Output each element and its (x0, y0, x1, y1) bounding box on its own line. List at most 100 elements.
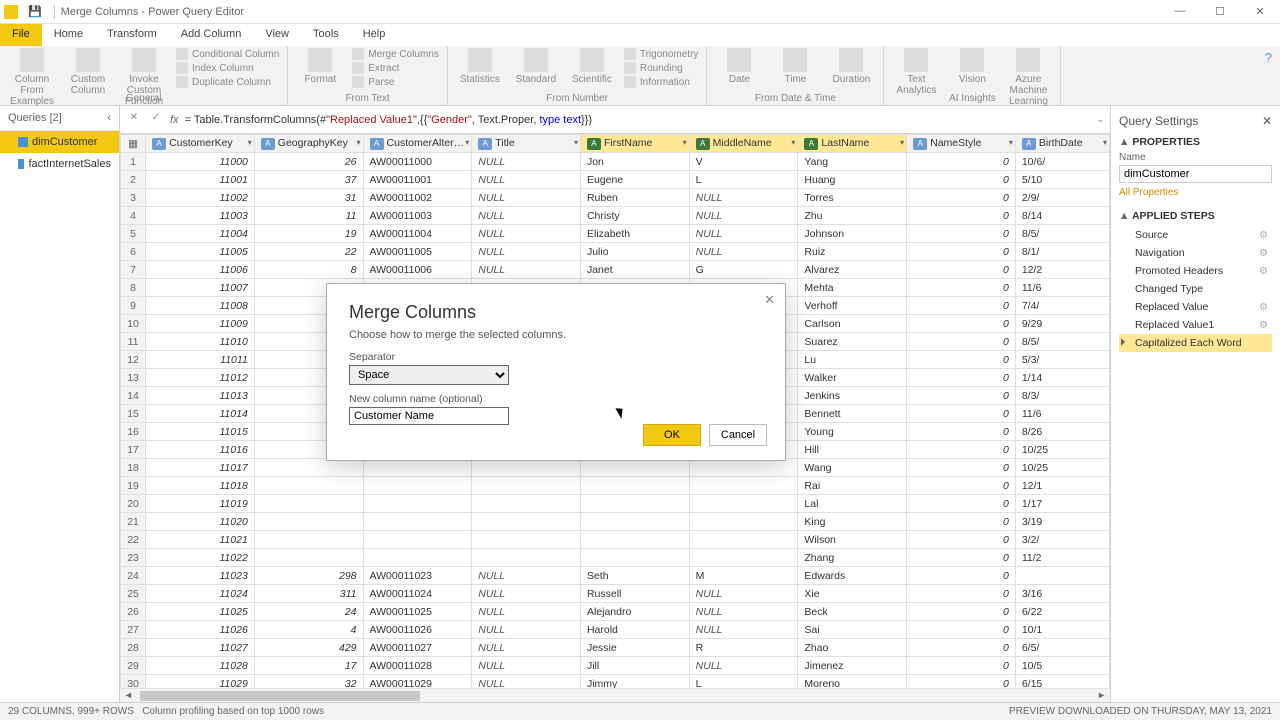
cell[interactable]: 6/15 (1015, 675, 1109, 689)
row-number[interactable]: 11 (121, 333, 146, 351)
help-icon[interactable]: ? (1257, 46, 1280, 105)
cell[interactable]: 8/5/ (1015, 225, 1109, 243)
duration-button[interactable]: Duration (827, 48, 875, 85)
cell[interactable] (689, 333, 798, 351)
cell[interactable]: 0 (907, 261, 1016, 279)
cell[interactable]: 0 (907, 603, 1016, 621)
row-number[interactable]: 4 (121, 207, 146, 225)
text-analytics-button[interactable]: Text Analytics (892, 48, 940, 96)
cell[interactable]: 37 (254, 171, 363, 189)
cell[interactable]: 0 (907, 423, 1016, 441)
cell[interactable]: 11017 (146, 459, 255, 477)
cell[interactable]: Walker (798, 369, 907, 387)
cell[interactable]: 0 (907, 369, 1016, 387)
cell[interactable]: 8/5/ (1015, 333, 1109, 351)
cell[interactable]: AW00011008 (363, 297, 472, 315)
cell[interactable]: King (798, 513, 907, 531)
cell[interactable]: 0 (907, 351, 1016, 369)
cell[interactable]: AW00011007 (363, 279, 472, 297)
cell[interactable]: NULL (472, 297, 581, 315)
cell[interactable]: AW00011025 (363, 603, 472, 621)
cell[interactable]: 9/29 (1015, 315, 1109, 333)
collapse-icon[interactable]: ‹ (107, 112, 111, 124)
cell[interactable] (689, 495, 798, 513)
cell[interactable] (254, 441, 363, 459)
cell[interactable]: NULL (472, 657, 581, 675)
cell[interactable]: 10/6/ (1015, 153, 1109, 171)
cell[interactable]: 0 (907, 333, 1016, 351)
column-header-lastname[interactable]: ALastName▾ (798, 135, 907, 153)
cell[interactable]: 11010 (146, 333, 255, 351)
cell[interactable]: 12/2 (1015, 261, 1109, 279)
cell[interactable]: 11020 (146, 513, 255, 531)
cell[interactable] (472, 495, 581, 513)
cell[interactable]: 0 (907, 549, 1016, 567)
cell[interactable] (254, 369, 363, 387)
cell[interactable] (363, 387, 472, 405)
cell[interactable]: 0 (907, 189, 1016, 207)
cell[interactable]: NULL (689, 189, 798, 207)
cell[interactable]: Christy (580, 207, 689, 225)
cell[interactable]: 0 (907, 477, 1016, 495)
cell[interactable]: 11/6 (1015, 279, 1109, 297)
cell[interactable]: Verhoff (798, 297, 907, 315)
cell[interactable]: 0 (907, 225, 1016, 243)
cell[interactable]: 0 (907, 405, 1016, 423)
cell[interactable] (580, 423, 689, 441)
cell[interactable] (580, 333, 689, 351)
cell[interactable]: Seth (580, 567, 689, 585)
cell[interactable]: Jimmy (580, 675, 689, 689)
tab-transform[interactable]: Transform (95, 24, 169, 46)
row-number[interactable]: 19 (121, 477, 146, 495)
gear-icon[interactable]: ⚙ (1259, 248, 1268, 259)
extract-button[interactable]: Extract (352, 62, 439, 74)
cancel-formula-icon[interactable]: ✕ (126, 112, 142, 128)
cell[interactable]: 0 (907, 459, 1016, 477)
all-properties-link[interactable]: All Properties (1119, 187, 1272, 198)
cell[interactable] (472, 531, 581, 549)
cell[interactable]: NULL (472, 171, 581, 189)
cell[interactable]: 0 (907, 207, 1016, 225)
cell[interactable]: Beck (798, 603, 907, 621)
cell[interactable]: Huang (798, 171, 907, 189)
cell[interactable]: 31 (254, 189, 363, 207)
cell[interactable]: V (689, 153, 798, 171)
cell[interactable] (580, 351, 689, 369)
cell[interactable]: Xie (798, 585, 907, 603)
cell[interactable]: 11018 (146, 477, 255, 495)
cell[interactable] (472, 459, 581, 477)
cell[interactable]: AW00011002 (363, 189, 472, 207)
cell[interactable]: AW00011009 (363, 315, 472, 333)
cell[interactable]: 32 (254, 675, 363, 689)
row-number[interactable]: 23 (121, 549, 146, 567)
cell[interactable]: 11023 (146, 567, 255, 585)
cell[interactable]: 11002 (146, 189, 255, 207)
cell[interactable]: Edwards (798, 567, 907, 585)
cell[interactable]: NULL (472, 585, 581, 603)
row-number[interactable]: 5 (121, 225, 146, 243)
cell[interactable]: 11008 (146, 297, 255, 315)
cell[interactable]: NULL (689, 279, 798, 297)
standard-button[interactable]: Standard (512, 48, 560, 85)
cell[interactable]: C (689, 315, 798, 333)
cell[interactable] (363, 495, 472, 513)
cell[interactable]: 24 (254, 603, 363, 621)
cell[interactable]: 32 (254, 297, 363, 315)
cell[interactable]: Rai (798, 477, 907, 495)
applied-step[interactable]: Navigation⚙ (1119, 244, 1272, 262)
cell[interactable] (689, 423, 798, 441)
cell[interactable]: AW00011006 (363, 261, 472, 279)
cell[interactable]: Jimenez (798, 657, 907, 675)
cell[interactable]: Julio (580, 243, 689, 261)
cell[interactable]: 0 (907, 153, 1016, 171)
cell[interactable]: NULL (472, 603, 581, 621)
cell[interactable]: AW00011026 (363, 621, 472, 639)
cell[interactable]: Russell (580, 585, 689, 603)
statistics-button[interactable]: Statistics (456, 48, 504, 85)
row-number[interactable]: 7 (121, 261, 146, 279)
cell[interactable] (254, 495, 363, 513)
cell[interactable]: 3/2/ (1015, 531, 1109, 549)
row-number[interactable]: 13 (121, 369, 146, 387)
cell[interactable]: L (689, 675, 798, 689)
maximize-button[interactable]: ☐ (1200, 5, 1240, 18)
